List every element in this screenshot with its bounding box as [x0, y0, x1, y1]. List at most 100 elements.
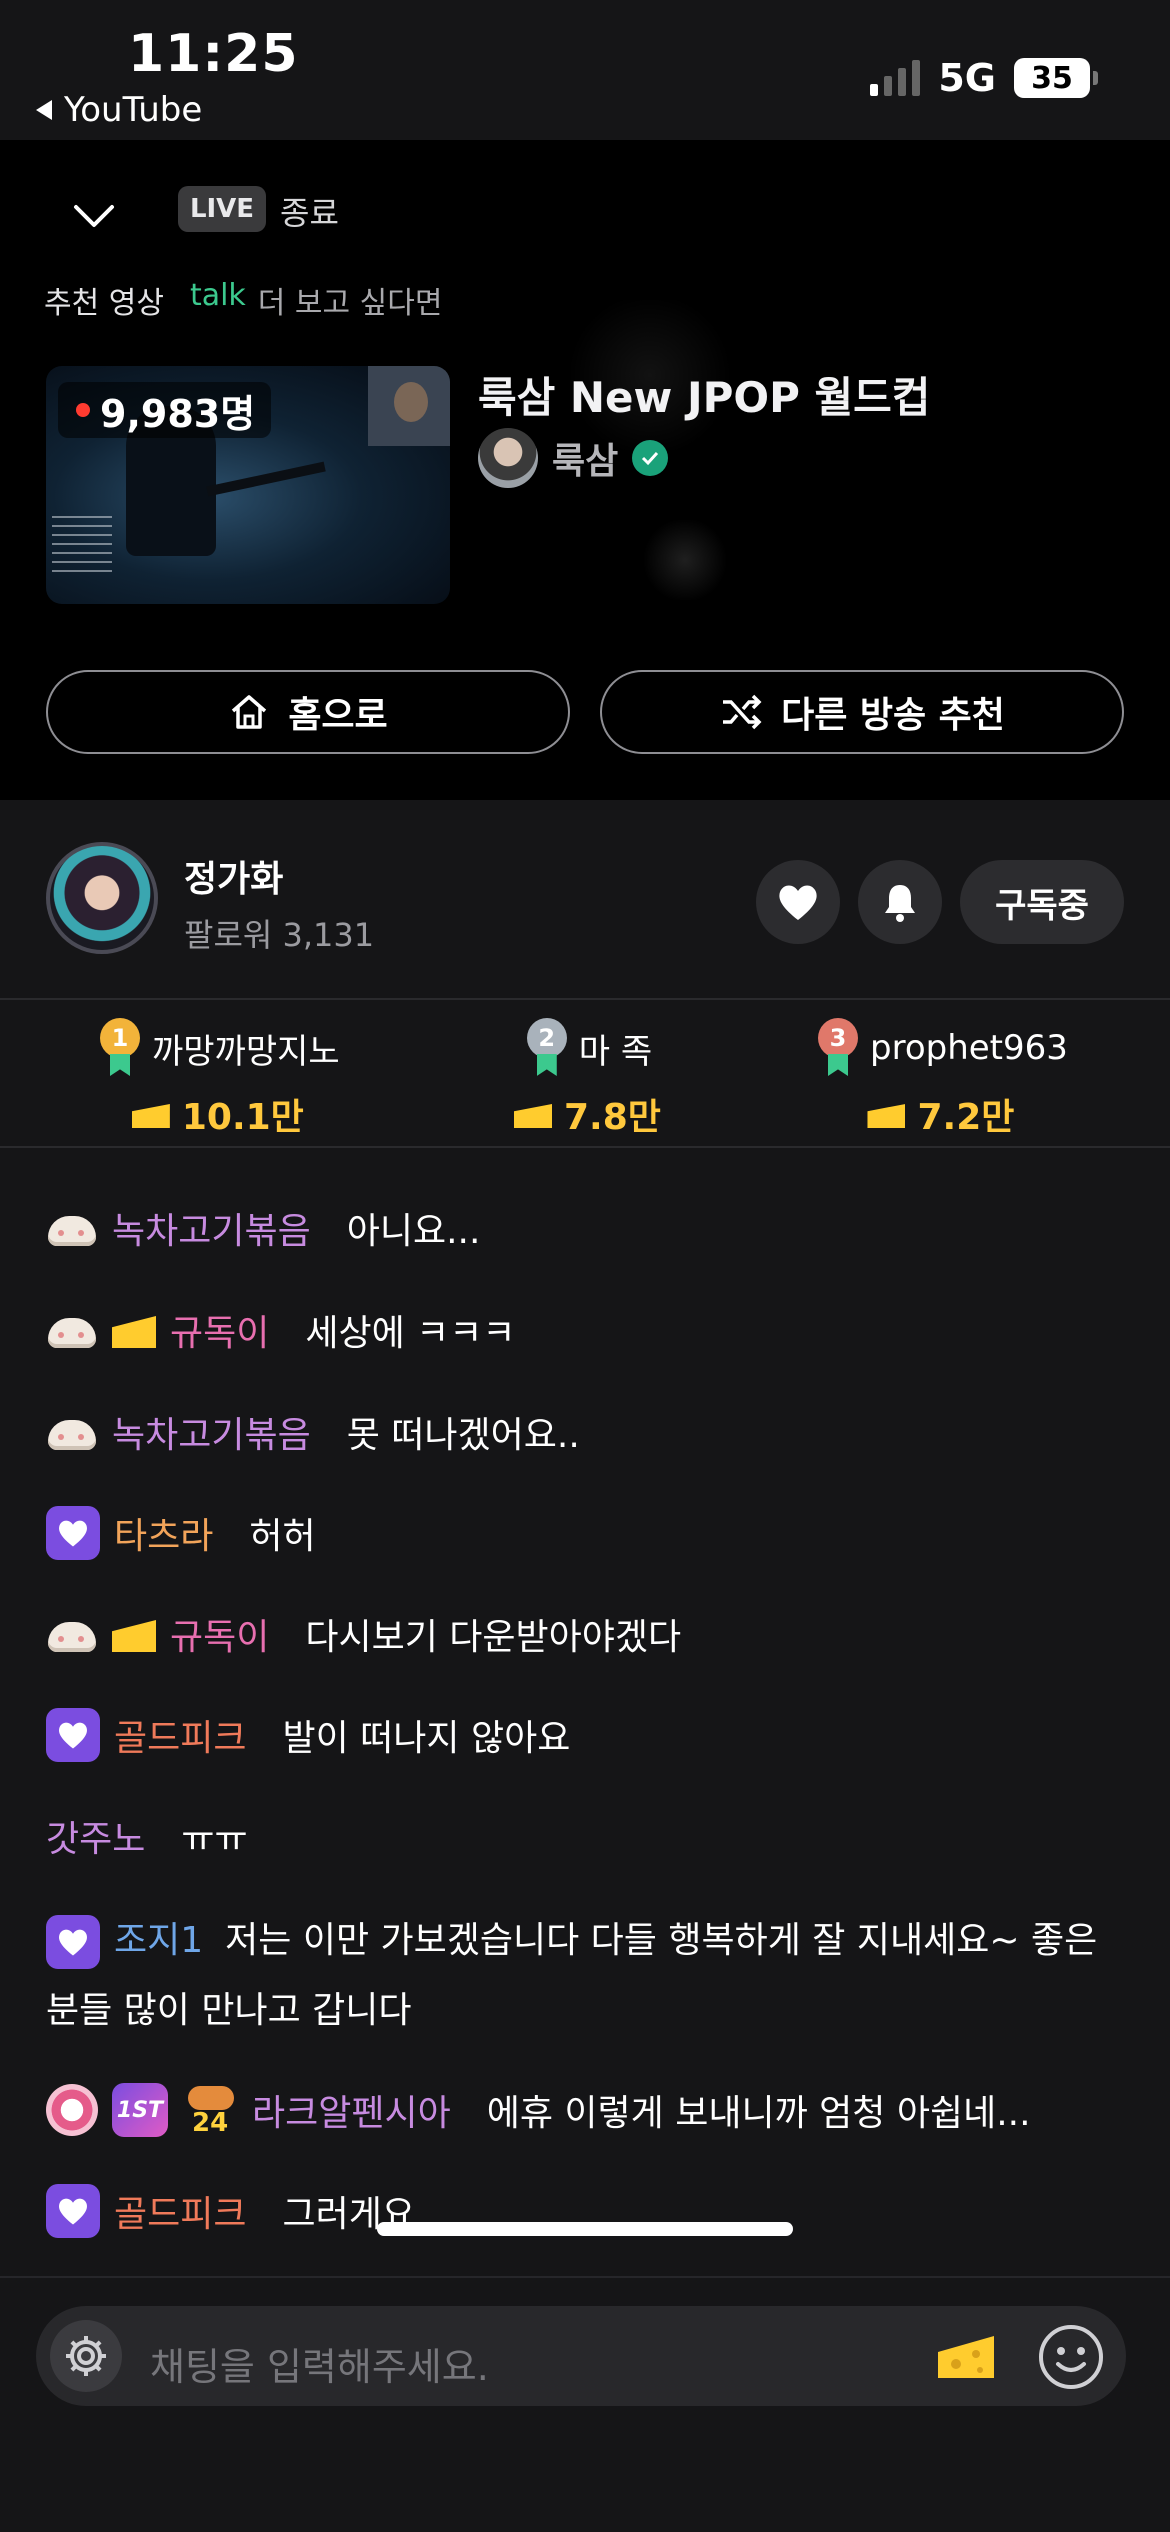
recommended-streamer[interactable]: 룩삼	[478, 428, 669, 488]
dumpling-badge-icon	[46, 1614, 98, 1654]
ranking-name: 까망까망지노	[152, 1031, 340, 1072]
cheese-donate-icon[interactable]	[936, 2332, 996, 2382]
talk-tail-label: 더 보고 싶다면	[257, 286, 443, 321]
cheese-icon	[514, 1100, 552, 1128]
signal-icon	[870, 60, 921, 96]
dumpling-badge-icon	[46, 1208, 98, 1248]
subscriber-heart-icon	[46, 1708, 100, 1762]
live-badge: LIVE	[178, 186, 266, 232]
ranking-amount: 7.2만	[917, 1097, 1015, 1138]
chat-nickname[interactable]: 라크알펜시아	[252, 2084, 451, 2136]
cheese-badge-icon	[112, 1310, 156, 1350]
chat-nickname[interactable]: 골드피크	[114, 1709, 246, 1761]
ranking-item: 1 까망까망지노 10.1만	[96, 1018, 340, 1140]
talk-label: talk	[189, 278, 246, 313]
chat-text: 허허	[249, 1516, 316, 1557]
recommended-stream-title[interactable]: 룩삼 New JPOP 월드컵	[478, 364, 930, 425]
bell-icon	[885, 885, 915, 922]
back-app-label: YouTube	[64, 90, 203, 130]
verified-icon	[632, 440, 669, 476]
emoji-icon[interactable]	[1036, 2322, 1106, 2392]
chat-text: 에휴 이렇게 보내니까 엄청 아쉽네...	[486, 2093, 1031, 2134]
dumpling-badge-icon	[46, 1310, 98, 1350]
back-triangle-icon	[36, 100, 52, 120]
subscriber-heart-icon	[46, 2184, 100, 2238]
viewer-count: 9,983명	[100, 391, 256, 436]
network-label: 5G	[938, 56, 996, 100]
ranking-amount: 10.1만	[181, 1097, 304, 1138]
chat-nickname[interactable]: 규독이	[170, 1608, 269, 1660]
first-badge-icon: 1ST	[112, 2083, 168, 2137]
channel-header: 정가화 팔로워 3,131 구독중	[0, 800, 1170, 1000]
chat-message: 녹차고기볶음 아니요...	[46, 1202, 480, 1254]
chat-text: 아니요...	[346, 1211, 481, 1252]
chat-message: 규독이 세상에 ㅋㅋㅋ	[46, 1304, 516, 1356]
other-streams-button[interactable]: 다른 방송 추천	[600, 670, 1124, 754]
subscriber-heart-icon	[46, 1915, 100, 1969]
donation-ranking: 1 까망까망지노 10.1만 2 마 족 7.8만 3 prophet963 7…	[0, 1000, 1170, 1148]
chat-message: 1ST 24 라크알펜시아 에휴 이렇게 보내니까 엄청 아쉽네...	[46, 2082, 1031, 2138]
chat-text: 세상에 ㅋㅋㅋ	[305, 1313, 516, 1354]
subscriber-heart-icon	[46, 1506, 100, 1560]
bronze-medal-icon: 3	[814, 1018, 862, 1078]
channel-avatar[interactable]	[46, 842, 158, 954]
gold-medal-icon: 1	[96, 1018, 144, 1078]
battery-icon: 35	[1014, 58, 1098, 98]
home-icon	[232, 695, 267, 729]
gear-icon	[66, 2336, 106, 2376]
chat-text: 다시보기 다운받아야겠다	[305, 1617, 682, 1658]
like-button[interactable]	[756, 860, 840, 944]
chat-input-field[interactable]: 채팅을 입력해주세요.	[36, 2306, 1126, 2406]
chat-nickname[interactable]: 골드피크	[114, 2185, 246, 2237]
chat-message: 녹차고기볶음 못 떠나겠어요..	[46, 1406, 580, 1458]
chat-message: 골드피크 발이 떠나지 않아요	[46, 1708, 570, 1762]
cheese-icon	[867, 1100, 905, 1128]
channel-name[interactable]: 정가화	[184, 850, 283, 902]
live-status-label: 종료	[280, 194, 339, 232]
chat-nickname[interactable]: 규독이	[170, 1304, 269, 1356]
status-time: 11:25	[128, 24, 299, 84]
status-indicators: 5G 35	[870, 56, 1098, 100]
chat-text: ㅠㅠ	[181, 1819, 248, 1860]
notification-button[interactable]	[858, 860, 942, 944]
blur-decoration	[640, 520, 730, 600]
go-home-label: 홈으로	[288, 695, 388, 736]
chat-nickname[interactable]: 녹차고기볶음	[112, 1202, 311, 1254]
cheese-badge-icon	[112, 1614, 156, 1654]
chat-input-placeholder: 채팅을 입력해주세요.	[150, 2345, 489, 2389]
home-indicator	[377, 2222, 793, 2236]
chat-message: 조지1 저는 이만 가보겠습니다 다들 행복하게 잘 지내세요~ 좋은 분들 많이…	[46, 1906, 1126, 2046]
streamer-avatar	[478, 428, 538, 488]
subscribed-button[interactable]: 구독중	[960, 860, 1124, 944]
ranking-item: 3 prophet963 7.2만	[814, 1018, 1068, 1140]
chat-settings-button[interactable]	[50, 2320, 122, 2392]
follower-count: 팔로워 3,131	[184, 916, 375, 954]
heart-icon	[779, 885, 817, 920]
chat-message: 규독이 다시보기 다운받아야겠다	[46, 1608, 681, 1660]
silver-medal-icon: 2	[523, 1018, 571, 1078]
status-bar: 11:25 YouTube 5G 35	[0, 0, 1170, 140]
chat-message: 갓주노 ㅠㅠ	[46, 1810, 248, 1862]
chat-message: 골드피크 그러게요	[46, 2184, 415, 2238]
chat-input-area: 채팅을 입력해주세요.	[0, 2222, 1170, 2532]
fan-badge-icon	[46, 2084, 98, 2136]
recommend-header: 추천 영상 talk 더 보고 싶다면	[44, 278, 442, 322]
streamer-name: 룩삼	[552, 441, 619, 482]
ranking-name: prophet963	[870, 1028, 1068, 1068]
collapse-chevron-icon[interactable]	[72, 195, 116, 239]
back-to-app-link[interactable]: YouTube	[36, 90, 202, 130]
ranking-name: 마 족	[578, 1031, 653, 1072]
chat-message: 타츠라 허허	[46, 1506, 316, 1560]
shuffle-icon	[723, 694, 762, 730]
viewer-count-badge: 9,983명	[58, 382, 272, 438]
chat-nickname[interactable]: 타츠라	[114, 1507, 213, 1559]
chat-text: 저는 이만 가보겠습니다 다들 행복하게 잘 지내세요~ 좋은 분들 많이 만나…	[46, 1920, 1098, 2031]
ranking-item: 2 마 족 7.8만	[514, 1018, 661, 1140]
roll-cake-badge-icon: 24	[182, 2082, 238, 2138]
cheese-icon	[132, 1100, 170, 1128]
chat-text: 못 떠나겠어요..	[346, 1415, 580, 1456]
chat-nickname[interactable]: 갓주노	[46, 1810, 145, 1862]
chat-nickname[interactable]: 녹차고기볶음	[112, 1406, 311, 1458]
go-home-button[interactable]: 홈으로	[46, 670, 570, 754]
chat-nickname[interactable]: 조지1	[114, 1920, 203, 1961]
